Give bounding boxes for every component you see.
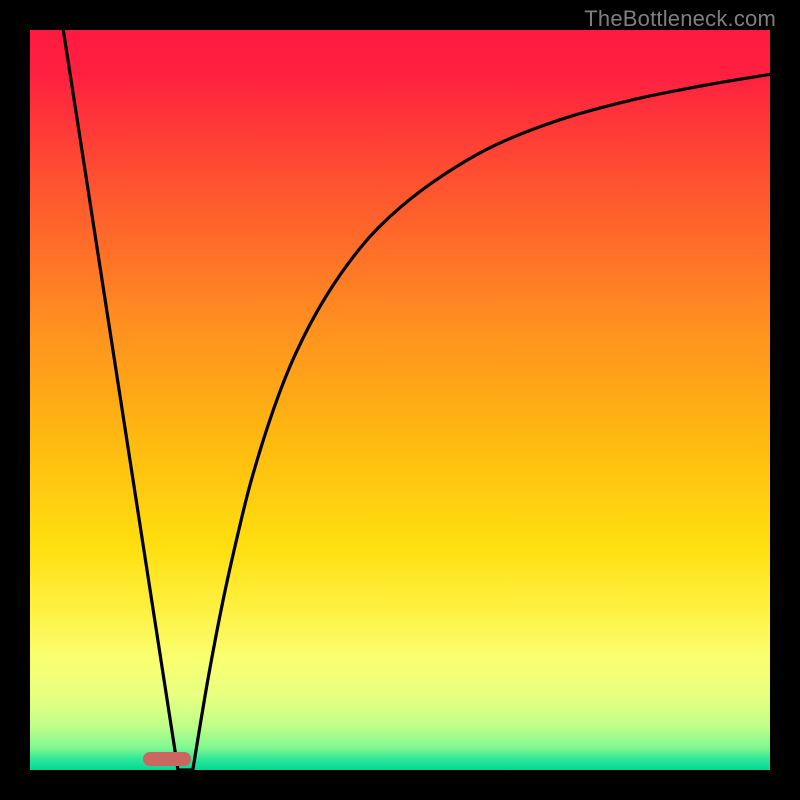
plot-area: [30, 30, 770, 770]
optimal-marker: [143, 752, 191, 765]
chart-frame: TheBottleneck.com: [0, 0, 800, 800]
bottleneck-curve: [30, 30, 770, 770]
watermark-text: TheBottleneck.com: [584, 6, 776, 32]
